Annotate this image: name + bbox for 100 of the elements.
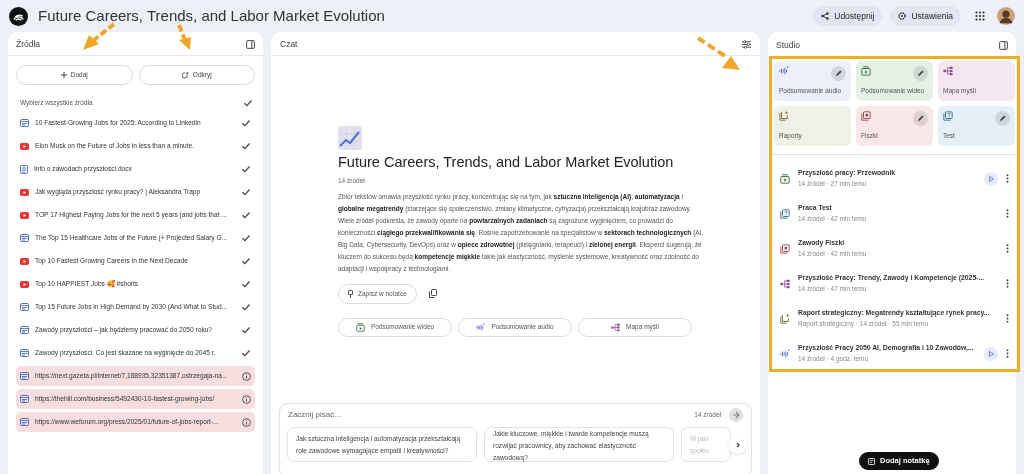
source-checkbox[interactable]: [241, 118, 251, 128]
web-page-icon: [20, 418, 29, 426]
source-checkbox[interactable]: [241, 187, 251, 197]
source-checkbox[interactable]: [241, 325, 251, 335]
web-page-icon: [20, 234, 29, 242]
select-all-checkbox[interactable]: [243, 98, 253, 108]
web-page-icon: [20, 303, 29, 311]
check-icon: [241, 210, 251, 220]
more-icon[interactable]: [1006, 209, 1009, 218]
chat-input-field[interactable]: Zacznij pisać...: [288, 409, 695, 421]
check-icon: [241, 164, 251, 174]
annotation-arrow: [176, 23, 194, 51]
video-play-icon: [20, 142, 29, 150]
edit-button[interactable]: [913, 111, 928, 126]
check-icon: [241, 256, 251, 266]
arrow-icon: [732, 411, 740, 419]
edit-button[interactable]: [913, 66, 928, 81]
check-icon: [241, 141, 251, 151]
video-play-icon: [20, 188, 29, 196]
check-icon: [241, 325, 251, 335]
annotation-arrow: [696, 36, 742, 72]
discover-icon: [181, 71, 189, 79]
document-icon: [20, 164, 28, 174]
web-page-icon: [20, 326, 29, 334]
audio-wave-icon: [476, 322, 486, 332]
info-icon[interactable]: [242, 371, 251, 381]
web-page-icon: [20, 119, 29, 127]
share-button[interactable]: Udostępnij: [813, 6, 883, 26]
apps-icon[interactable]: [975, 11, 985, 21]
notebook-title: Future Careers, Trends, and Labor Market Evolution: [38, 5, 385, 26]
video-card-icon: [861, 66, 871, 76]
collapse-panel-icon[interactable]: [246, 40, 255, 49]
video-play-icon: [20, 280, 29, 288]
video-card-icon: [355, 322, 365, 332]
play-button[interactable]: [984, 171, 998, 186]
panel-title: Czat: [280, 38, 298, 51]
note-icon: [868, 457, 875, 465]
info-icon[interactable]: [242, 394, 251, 404]
tune-icon[interactable]: [742, 40, 751, 49]
video-card-icon: [780, 173, 790, 184]
source-checkbox[interactable]: [241, 210, 251, 220]
settings-icon: [898, 12, 907, 20]
mind-map-icon: [943, 66, 953, 76]
play-icon: [988, 350, 994, 357]
more-icon[interactable]: [1006, 279, 1009, 288]
video-play-icon: [20, 211, 29, 219]
settings-button[interactable]: Ustawienia: [890, 6, 961, 26]
edit-button[interactable]: [831, 66, 846, 81]
source-checkbox[interactable]: [241, 233, 251, 243]
copy-icon[interactable]: [428, 289, 437, 299]
pencil-icon: [999, 115, 1006, 122]
chevron-icon: [734, 441, 741, 448]
pencil-icon: [917, 70, 924, 77]
quiz-icon: [780, 208, 790, 219]
source-checkbox[interactable]: [241, 256, 251, 266]
panel-title: Źródła: [16, 38, 41, 51]
web-page-icon: [20, 395, 29, 403]
audio-wave-icon: [780, 348, 790, 359]
source-checkbox[interactable]: [241, 164, 251, 174]
web-page-icon: [20, 349, 29, 357]
collapse-panel-icon[interactable]: [999, 40, 1008, 50]
logo-icon: [9, 6, 28, 26]
plus-icon: [60, 72, 67, 78]
source-checkbox[interactable]: [241, 302, 251, 312]
check-icon: [241, 233, 251, 243]
cards-icon: [861, 111, 871, 121]
report-icon: [780, 313, 790, 324]
pencil-icon: [835, 70, 842, 77]
web-page-icon: [20, 372, 29, 380]
more-icon[interactable]: [1006, 174, 1009, 183]
cards-icon: [780, 243, 790, 254]
play-button[interactable]: [984, 346, 998, 361]
avatar-icon[interactable]: [997, 7, 1015, 25]
info-icon[interactable]: [242, 417, 251, 427]
check-icon: [241, 279, 251, 289]
panel-title: Studio: [776, 38, 801, 52]
source-checkbox[interactable]: [241, 279, 251, 289]
notebook-heading: Future Careers, Trends, and Labor Market Evolution: [338, 153, 675, 172]
share-icon: [821, 12, 830, 20]
chart-icon: [338, 126, 362, 150]
pin-icon: [348, 289, 353, 298]
mind-map-icon: [780, 278, 790, 289]
quiz-icon: [943, 111, 953, 121]
more-icon[interactable]: [1006, 314, 1009, 323]
audio-wave-icon: [779, 66, 789, 76]
check-icon: [241, 348, 251, 358]
report-icon: [779, 111, 789, 121]
check-icon: [241, 187, 251, 197]
edit-button[interactable]: [995, 111, 1010, 126]
check-icon: [241, 302, 251, 312]
send-button[interactable]: [729, 408, 743, 422]
play-icon: [988, 175, 994, 182]
annotation-arrow: [80, 22, 116, 52]
source-checkbox[interactable]: [241, 141, 251, 151]
mind-map-icon: [611, 322, 621, 332]
pencil-icon: [917, 115, 924, 122]
more-icon[interactable]: [1006, 349, 1009, 358]
video-play-icon: [20, 257, 29, 265]
source-checkbox[interactable]: [241, 348, 251, 358]
more-icon[interactable]: [1006, 244, 1009, 253]
